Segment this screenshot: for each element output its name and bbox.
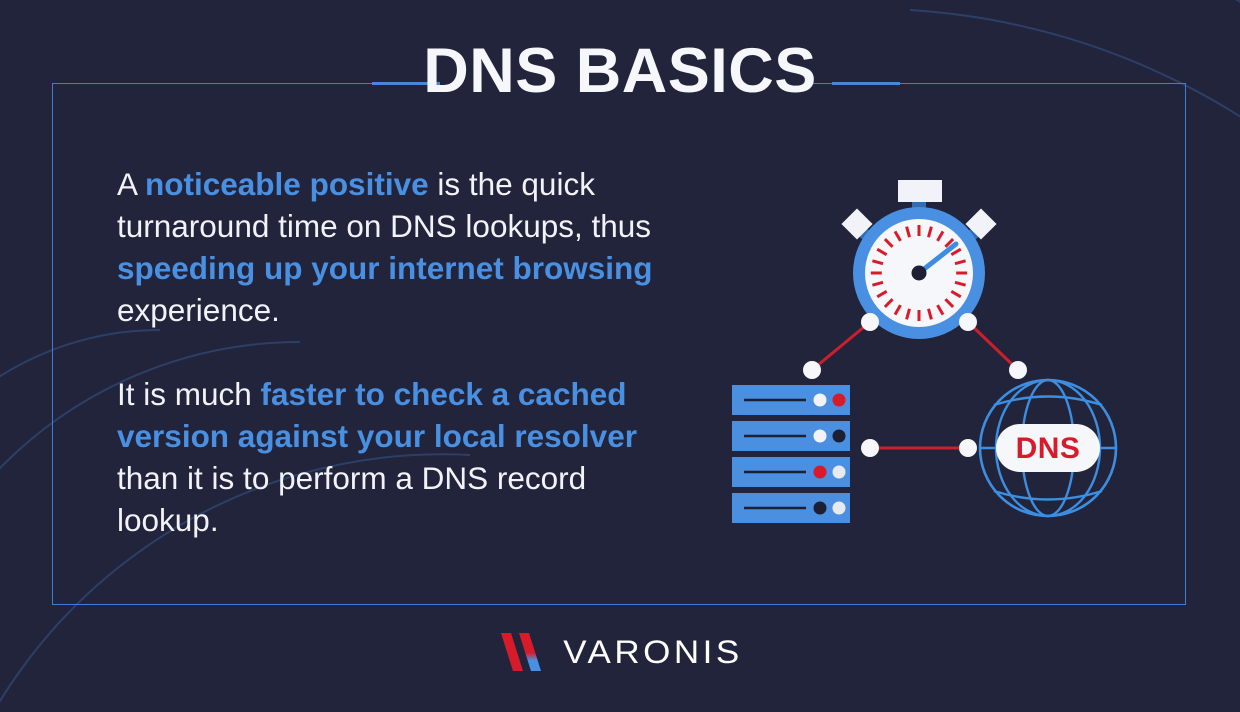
- text-run: than it is to perform a DNS record looku…: [117, 460, 587, 538]
- body-copy: A noticeable positive is the quick turna…: [117, 163, 662, 541]
- stopwatch-top-button: [898, 180, 942, 202]
- connector-stopwatch-to-globe: [966, 320, 1020, 372]
- varonis-wordmark: VARONIS: [563, 634, 743, 670]
- page-title: DNS BASICS: [423, 36, 817, 106]
- highlight-run: speeding up your internet browsing: [117, 250, 653, 286]
- highlight-run: noticeable positive: [145, 166, 429, 202]
- dns-label: DNS: [1016, 432, 1081, 465]
- text-run: experience.: [117, 292, 280, 328]
- varonis-logo: VARONIS: [0, 628, 1240, 676]
- server-row: [732, 385, 850, 415]
- infographic-canvas: DNS BASICS A noticeable positive is the …: [0, 0, 1240, 712]
- server-row: [732, 421, 850, 451]
- globe-icon: DNS: [978, 378, 1118, 518]
- server-stack-icon: [732, 385, 850, 523]
- stopwatch-pivot: [911, 265, 927, 281]
- varonis-logo-mark: [501, 633, 542, 671]
- server-row: [732, 457, 850, 487]
- text-run: It is much: [117, 376, 261, 412]
- connector-server-to-stopwatch: [811, 320, 871, 372]
- paragraph-1: A noticeable positive is the quick turna…: [117, 163, 662, 331]
- dns-lookup-diagram: DNS: [732, 180, 1118, 523]
- server-row: [732, 493, 850, 523]
- text-run: A: [117, 166, 146, 202]
- paragraph-2: It is much faster to check a cached vers…: [117, 373, 662, 541]
